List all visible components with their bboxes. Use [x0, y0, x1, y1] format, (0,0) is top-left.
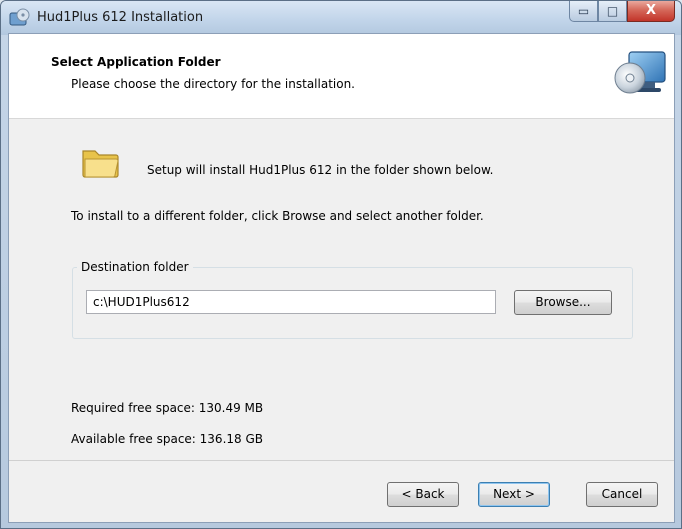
browse-hint-text: To install to a different folder, click … — [71, 209, 484, 223]
footer-divider — [9, 460, 674, 461]
installer-cd-icon — [9, 8, 30, 26]
required-space-text: Required free space: 130.49 MB — [71, 401, 264, 415]
next-button[interactable]: Next > — [478, 482, 550, 507]
maximize-button[interactable]: □ — [598, 1, 627, 22]
intro-text: Setup will install Hud1Plus 612 in the f… — [147, 163, 494, 177]
minimize-button[interactable]: ▭ — [569, 1, 598, 22]
destination-folder-legend: Destination folder — [77, 260, 193, 274]
cancel-button[interactable]: Cancel — [586, 482, 658, 507]
folder-icon — [82, 150, 119, 178]
page-header: Select Application Folder Please choose … — [9, 34, 674, 119]
title-bar[interactable]: Hud1Plus 612 Installation ▭ □ X — [1, 1, 681, 35]
available-space-text: Available free space: 136.18 GB — [71, 432, 263, 446]
caption-buttons: ▭ □ X — [569, 1, 675, 23]
cd-monitor-icon — [614, 51, 666, 94]
destination-path-input[interactable] — [86, 290, 496, 314]
page-title: Select Application Folder — [51, 55, 221, 69]
maximize-icon: □ — [606, 4, 619, 18]
minimize-icon: ▭ — [577, 4, 590, 18]
dialog-client-area: Select Application Folder Please choose … — [8, 33, 675, 523]
close-icon: X — [645, 3, 657, 18]
browse-button[interactable]: Browse... — [514, 290, 612, 315]
close-button[interactable]: X — [627, 1, 675, 22]
installer-window: Hud1Plus 612 Installation ▭ □ X Select A… — [0, 0, 682, 529]
page-subtitle: Please choose the directory for the inst… — [71, 77, 355, 91]
window-title: Hud1Plus 612 Installation — [37, 10, 204, 25]
back-button[interactable]: < Back — [387, 482, 459, 507]
